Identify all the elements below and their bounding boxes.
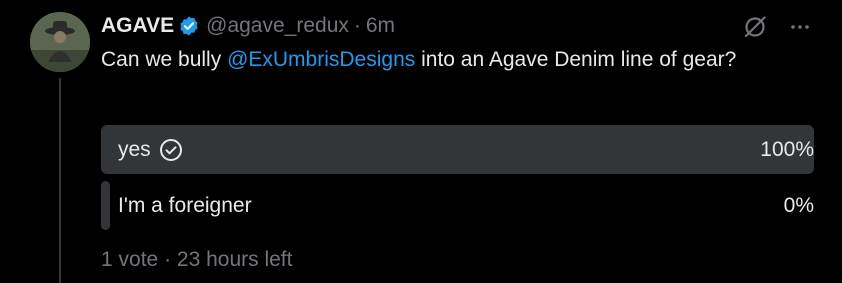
poll-vote-count: 1 vote: [101, 248, 159, 271]
poll-option-percent: 100%: [760, 137, 814, 161]
tweet-text: Can we bully @ExUmbrisDesigns into an Ag…: [101, 46, 801, 74]
poll-option-label: yes: [118, 137, 151, 161]
thread-line: [59, 78, 61, 283]
poll-time-left: 23 hours left: [176, 248, 293, 271]
poll-option-percent: 0%: [783, 193, 814, 217]
poll-option[interactable]: yes 100%: [101, 125, 814, 174]
timestamp[interactable]: 6m: [366, 14, 395, 38]
poll: yes 100% I'm a foreigner 0%: [101, 125, 814, 237]
poll-footer: 1 vote · 23 hours left: [101, 248, 292, 272]
header-separator: ·: [353, 14, 361, 37]
poll-footer-separator: ·: [164, 248, 172, 271]
display-name[interactable]: AGAVE: [101, 14, 174, 38]
poll-result-bar: [101, 181, 110, 230]
handle[interactable]: @agave_redux: [206, 14, 349, 38]
tweet-header: AGAVE @agave_redux · 6m: [101, 12, 395, 40]
poll-option[interactable]: I'm a foreigner 0%: [101, 181, 814, 230]
tweet-text-after: into an Agave Denim line of gear?: [415, 48, 737, 71]
check-circle-icon: [159, 138, 183, 162]
grok-icon[interactable]: [742, 14, 768, 40]
tweet-actions: [742, 14, 812, 40]
mention-link[interactable]: @ExUmbrisDesigns: [227, 48, 415, 71]
poll-result-bar: [101, 125, 814, 174]
verified-badge-icon[interactable]: [178, 15, 200, 37]
more-icon[interactable]: [788, 15, 812, 39]
tweet-text-before: Can we bully: [101, 48, 228, 71]
poll-option-label: I'm a foreigner: [118, 193, 252, 217]
poll-option-label-wrap: yes: [118, 125, 183, 174]
avatar[interactable]: [30, 12, 90, 72]
poll-option-label-wrap: I'm a foreigner: [118, 181, 252, 230]
